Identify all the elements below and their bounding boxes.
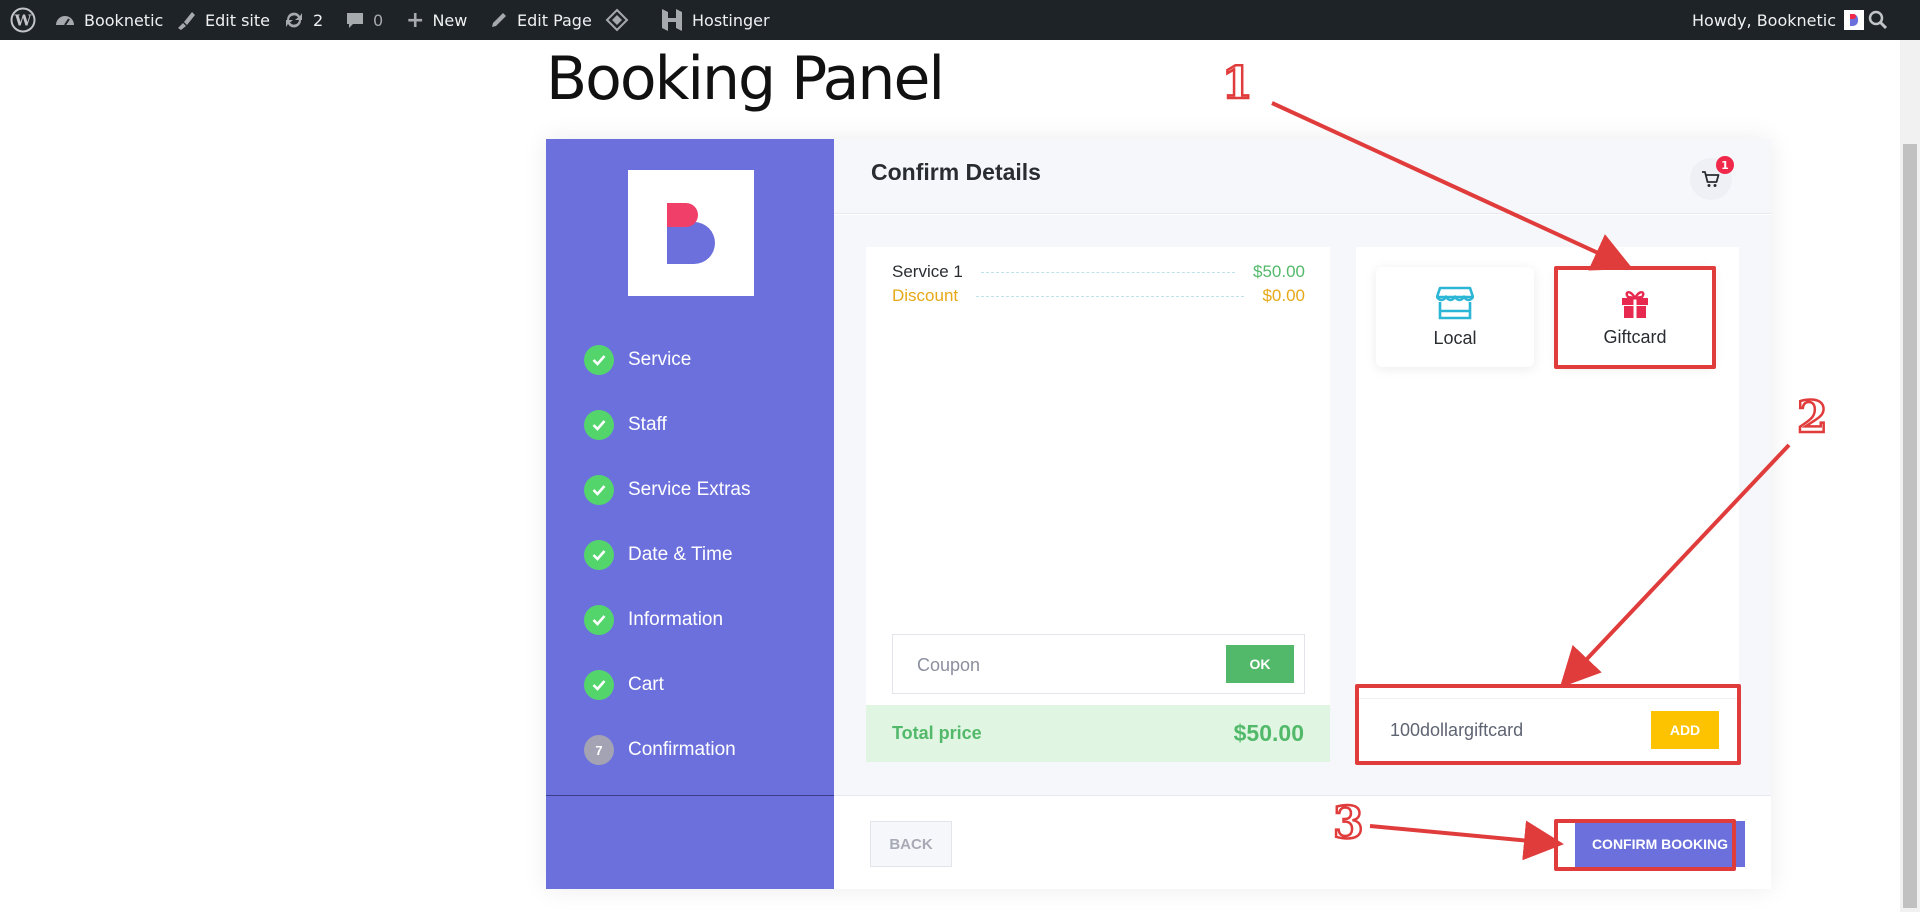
confirm-booking-button[interactable]: CONFIRM BOOKING	[1575, 821, 1745, 867]
step-service-extras[interactable]: Service Extras	[584, 475, 750, 505]
updates-count: 2	[313, 10, 324, 30]
payment-option-local[interactable]: Local	[1376, 267, 1534, 367]
giftcard-field-group: ADD	[1356, 698, 1739, 760]
dotted-leader	[980, 271, 1235, 273]
total-price-label: Total price	[892, 723, 982, 743]
step-cart[interactable]: Cart	[584, 670, 664, 700]
comments-count: 0	[373, 10, 384, 30]
check-icon	[584, 410, 614, 440]
store-icon	[1436, 286, 1474, 319]
wordpress-logo-icon[interactable]: W	[10, 0, 36, 40]
updates-icon	[286, 12, 302, 28]
giftcard-code-input[interactable]	[1378, 712, 1638, 748]
step-label: Service	[628, 349, 692, 370]
step-staff[interactable]: Staff	[584, 410, 667, 440]
avatar	[1844, 10, 1865, 30]
step-date-time[interactable]: Date & Time	[584, 540, 733, 570]
brush-icon	[178, 12, 195, 30]
hostinger-link[interactable]: Hostinger	[660, 0, 770, 40]
dotted-leader	[976, 295, 1245, 297]
step-confirmation[interactable]: 7 Confirmation	[584, 735, 736, 765]
edit-site-label: Edit site	[205, 10, 270, 30]
check-icon	[584, 345, 614, 375]
cart-button[interactable]: 1	[1690, 156, 1734, 200]
sidebar-divider	[546, 795, 834, 796]
back-button[interactable]: BACK	[870, 821, 952, 867]
step-label: Confirmation	[628, 739, 736, 760]
search-icon[interactable]	[1868, 0, 1888, 40]
cart-icon	[1702, 171, 1720, 187]
annotation-number-3: 3	[1332, 797, 1365, 851]
price-label: Service 1	[892, 262, 963, 281]
content-body: Service 1 $50.00 Discount $0.00 OK Total…	[834, 215, 1771, 795]
updates-link[interactable]: 2	[283, 0, 323, 40]
step-label: Service Extras	[628, 479, 751, 500]
edit-page-label: Edit Page	[517, 10, 592, 30]
step-label: Staff	[628, 414, 667, 435]
price-row-service: Service 1 $50.00	[892, 260, 1305, 284]
new-label: New	[432, 10, 468, 30]
payment-option-label: Giftcard	[1603, 326, 1667, 347]
step-label: Date & Time	[628, 544, 733, 565]
check-icon	[584, 605, 614, 635]
check-icon	[584, 475, 614, 505]
steps-sidebar: Service Staff Service Extras Date & Time…	[546, 139, 834, 889]
cart-count-badge: 1	[1716, 156, 1734, 174]
svg-text:W: W	[14, 12, 33, 30]
account-menu[interactable]: Howdy, Booknetic	[1692, 0, 1865, 40]
giftcard-add-button[interactable]: ADD	[1651, 711, 1719, 749]
gift-icon	[1622, 290, 1648, 318]
step-number-badge: 7	[584, 735, 614, 765]
content-footer: BACK CONFIRM BOOKING	[834, 795, 1771, 889]
coupon-input[interactable]	[905, 649, 1205, 681]
edit-page-link[interactable]: Edit Page	[489, 0, 592, 40]
content-header: Confirm Details 1	[834, 139, 1771, 214]
pencil-icon	[492, 13, 506, 27]
booking-panel: Service Staff Service Extras Date & Time…	[546, 139, 1771, 889]
booknetic-logo	[628, 170, 754, 296]
discount-value: $0.00	[1262, 286, 1305, 305]
step-information[interactable]: Information	[584, 605, 723, 635]
dashboard-icon	[56, 16, 74, 26]
price-value: $50.00	[1253, 262, 1305, 281]
step-label: Information	[628, 609, 724, 630]
comments-link[interactable]: 0	[345, 0, 383, 40]
comment-icon	[347, 13, 363, 28]
diamond-plugin-icon[interactable]	[605, 0, 629, 40]
step-title: Confirm Details	[871, 159, 1041, 185]
page-scrollbar[interactable]	[1900, 40, 1920, 912]
check-icon	[584, 670, 614, 700]
total-price-value: $50.00	[1233, 720, 1304, 746]
check-icon	[584, 540, 614, 570]
total-price-row: Total price $50.00	[866, 705, 1330, 762]
annotation-number-2: 2	[1796, 391, 1829, 445]
site-name-label: Booknetic	[84, 10, 164, 30]
howdy-label: Howdy, Booknetic	[1692, 10, 1837, 30]
hostinger-label: Hostinger	[692, 10, 770, 30]
discount-label: Discount	[892, 286, 959, 305]
price-row-discount: Discount $0.00	[892, 284, 1305, 308]
payment-option-giftcard[interactable]: Giftcard	[1556, 267, 1714, 367]
site-name-link[interactable]: Booknetic	[54, 0, 163, 40]
edit-site-link[interactable]: Edit site	[175, 0, 270, 40]
plus-icon: +	[406, 7, 425, 33]
annotation-number-1: 1	[1221, 57, 1254, 111]
payment-methods-card: Local Giftcard ADD	[1356, 247, 1739, 762]
coupon-field-group: OK	[892, 634, 1305, 694]
hostinger-icon	[662, 9, 682, 31]
step-service[interactable]: Service	[584, 345, 691, 375]
price-summary-card: Service 1 $50.00 Discount $0.00 OK Total…	[866, 247, 1330, 762]
step-label: Cart	[628, 674, 664, 695]
payment-option-label: Local	[1433, 327, 1477, 348]
new-content-link[interactable]: + New	[406, 0, 467, 40]
scrollbar-thumb[interactable]	[1903, 144, 1917, 908]
coupon-ok-button[interactable]: OK	[1226, 645, 1294, 683]
wp-admin-bar: W Booknetic Edit site 2 0 + New Edit Pag…	[0, 0, 1920, 40]
page-title: Booking Panel	[546, 44, 945, 114]
